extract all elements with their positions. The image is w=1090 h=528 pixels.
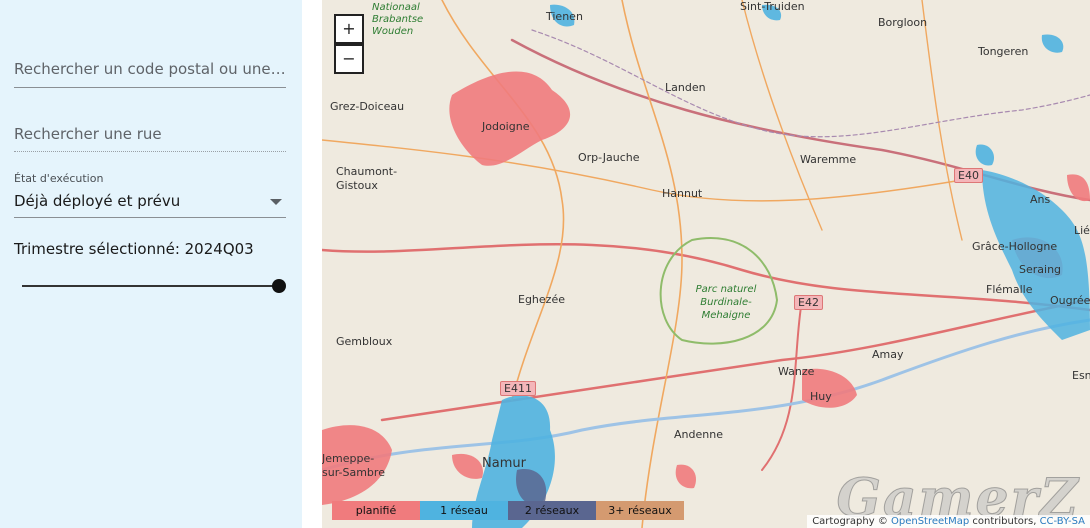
place-label: Landen	[665, 81, 706, 94]
place-label: Andenne	[674, 428, 723, 441]
license-link[interactable]: CC-BY-SA	[1040, 516, 1085, 527]
river-line	[322, 318, 1090, 472]
quarter-slider[interactable]	[22, 278, 286, 294]
park-label: Parc naturel Burdinale-Mehaigne	[695, 284, 757, 321]
legend-planned: planifié	[332, 501, 420, 520]
place-label: Gembloux	[336, 335, 393, 348]
place-label: Grâce-Hollogne	[972, 240, 1058, 253]
legend-three-plus-networks: 3+ réseaux	[596, 501, 684, 520]
road-line	[621, 0, 683, 528]
place-label: Sint-Truiden	[740, 0, 805, 13]
road-line	[441, 0, 565, 401]
place-label: Namur	[482, 456, 526, 471]
execution-state-select[interactable]: Déjà déployé et prévu	[14, 191, 286, 218]
legend-one-network: 1 réseau	[420, 501, 508, 520]
place-label: Eghezée	[518, 293, 565, 306]
map[interactable]: Tienen Sint-Truiden Borgloon Tongeren Gr…	[322, 0, 1090, 528]
place-label: Jemeppe-sur-Sambre	[322, 452, 385, 479]
place-label: Lié	[1074, 224, 1090, 237]
one-network-zone	[975, 144, 995, 166]
place-label: Brabantse	[372, 14, 424, 25]
legend-two-networks: 2 réseaux	[508, 501, 596, 520]
road-line	[921, 0, 963, 241]
place-label: Grez-Doiceau	[330, 100, 405, 113]
legend: planifié 1 réseau 2 réseaux 3+ réseaux	[332, 501, 684, 520]
zoom-out-button[interactable]: −	[334, 44, 364, 74]
one-network-zone	[1041, 34, 1064, 53]
place-label: Orp-Jauche	[578, 151, 640, 164]
osm-link[interactable]: OpenStreetMap	[891, 516, 969, 527]
map-attribution: Cartography © OpenStreetMap contributors…	[807, 515, 1090, 528]
road-shield: E411	[500, 381, 536, 396]
chevron-down-icon	[270, 199, 282, 205]
attribution-middle: contributors,	[969, 516, 1040, 527]
place-label: Seraing	[1019, 263, 1062, 276]
sidebar: Rechercher un code postal ou une c... Re…	[0, 0, 302, 528]
place-label: Amay	[872, 348, 904, 361]
attribution-prefix: Cartography ©	[812, 516, 891, 527]
place-label: Ougrée	[1050, 294, 1090, 307]
planned-zone	[675, 464, 697, 489]
place-label: Nationaal	[372, 2, 420, 13]
place-label: Esn	[1072, 369, 1090, 382]
road-line	[761, 299, 803, 471]
road-shield: E40	[954, 168, 983, 183]
execution-state-label: État d'exécution	[14, 172, 104, 185]
place-label: Borgloon	[878, 16, 928, 29]
place-label: Wanze	[778, 365, 815, 378]
postal-search-input[interactable]: Rechercher un code postal ou une c...	[14, 60, 286, 88]
planned-zone	[449, 71, 571, 166]
slider-track	[22, 285, 278, 287]
place-label: Tienen	[546, 10, 583, 23]
zoom-in-button[interactable]: +	[334, 14, 364, 44]
slider-thumb[interactable]	[272, 279, 286, 293]
map-base	[322, 0, 1090, 528]
planned-zone	[452, 453, 483, 479]
execution-state-value: Déjà déployé et prévu	[14, 192, 181, 210]
road-shield: E42	[794, 295, 823, 310]
postal-search-placeholder: Rechercher un code postal ou une c...	[14, 60, 286, 78]
place-label: Huy	[810, 390, 832, 403]
place-label: Jodoigne	[482, 120, 530, 133]
place-label: Tongeren	[978, 45, 1029, 58]
place-label: Flémalle	[986, 283, 1033, 296]
place-label: Hannut	[662, 187, 703, 200]
street-search-placeholder: Rechercher une rue	[14, 125, 162, 143]
place-label: Chaumont-Gistoux	[336, 165, 398, 192]
selected-quarter-text: Trimestre sélectionné: 2024Q03	[14, 240, 254, 258]
street-search-input[interactable]: Rechercher une rue	[14, 125, 286, 152]
road-line	[741, 0, 823, 231]
road-line	[322, 139, 963, 202]
place-label: Wouden	[372, 26, 414, 37]
place-label: Waremme	[800, 153, 857, 166]
place-label: Ans	[1030, 193, 1051, 206]
